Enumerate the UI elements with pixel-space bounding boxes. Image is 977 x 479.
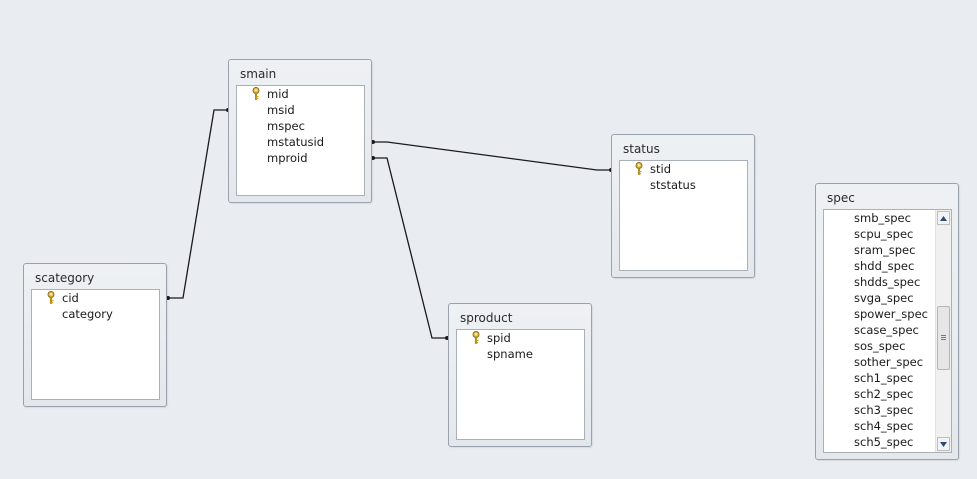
field-list-sproduct: spid spname	[456, 329, 585, 440]
field-smain-msid[interactable]: msid	[267, 102, 295, 118]
field-spec-sram_spec[interactable]: sram_spec	[854, 242, 915, 258]
table-title-sproduct: sproduct	[460, 311, 513, 325]
field-spec-sch2_spec[interactable]: sch2_spec	[854, 386, 913, 402]
field-list-smain: mid msid mspec mstatusid mproid	[236, 85, 365, 196]
field-list-spec[interactable]: smb_spec scpu_spec sram_spec shdd_spec shdds…	[823, 209, 952, 453]
field-sproduct-spname[interactable]: spname	[487, 346, 533, 362]
field-sproduct-spid[interactable]: spid	[487, 330, 511, 346]
field-smain-mid[interactable]: mid	[267, 86, 289, 102]
key-icon	[471, 331, 481, 344]
field-spec-smb_spec[interactable]: smb_spec	[854, 210, 911, 226]
field-spec-shdds_spec[interactable]: shdds_spec	[854, 274, 920, 290]
field-spec-scase_spec[interactable]: scase_spec	[854, 322, 919, 338]
field-spec-scpu_spec[interactable]: scpu_spec	[854, 226, 913, 242]
field-spec-sch4_spec[interactable]: sch4_spec	[854, 418, 913, 434]
table-title-spec: spec	[827, 191, 855, 205]
spec-scrollbar[interactable]	[935, 210, 951, 452]
field-spec-sch1_spec[interactable]: sch1_spec	[854, 370, 913, 386]
key-icon	[46, 291, 56, 304]
field-spec-sch3_spec[interactable]: sch3_spec	[854, 402, 913, 418]
field-spec-sos_spec[interactable]: sos_spec	[854, 338, 905, 354]
field-spec-shdd_spec[interactable]: shdd_spec	[854, 258, 914, 274]
field-spec-sch5_spec[interactable]: sch5_spec	[854, 434, 913, 450]
field-status-ststatus[interactable]: ststatus	[650, 177, 696, 193]
relationship-smain-scategory[interactable]	[168, 109, 229, 299]
field-smain-mspec[interactable]: mspec	[267, 118, 305, 134]
field-spec-spower_spec[interactable]: spower_spec	[854, 306, 928, 322]
table-sproduct[interactable]: sproduct spid spname	[448, 303, 592, 447]
table-scategory[interactable]: scategory cid category	[23, 263, 167, 407]
relationship-smain-sproduct[interactable]	[372, 157, 448, 339]
field-scategory-cid[interactable]: cid	[62, 290, 79, 306]
table-title-scategory: scategory	[35, 271, 95, 285]
field-list-scategory: cid category	[31, 289, 160, 400]
arrow-down-icon	[940, 441, 947, 447]
field-smain-mproid[interactable]: mproid	[267, 150, 308, 166]
field-smain-mstatusid[interactable]: mstatusid	[267, 134, 324, 150]
field-scategory-category[interactable]: category	[62, 306, 113, 322]
table-spec[interactable]: spec smb_spec scpu_spec sram_spec shdd_spec…	[815, 183, 959, 460]
table-title-smain: smain	[240, 67, 277, 81]
table-title-status: status	[623, 142, 660, 156]
field-spec-svga_spec[interactable]: svga_spec	[854, 290, 914, 306]
table-smain[interactable]: smain mid msid mspec mstatusid mproid	[228, 59, 372, 203]
field-spec-sother_spec[interactable]: sother_spec	[854, 354, 923, 370]
scroll-down-button[interactable]	[937, 437, 950, 451]
key-icon	[634, 162, 644, 175]
key-icon	[251, 87, 261, 100]
scroll-thumb[interactable]	[937, 306, 950, 370]
field-list-status: stid ststatus	[619, 160, 748, 271]
table-status[interactable]: status stid ststatus	[611, 134, 755, 278]
arrow-up-icon	[940, 215, 947, 221]
field-status-stid[interactable]: stid	[650, 161, 671, 177]
scroll-up-button[interactable]	[937, 211, 950, 225]
relationship-smain-status[interactable]	[372, 141, 612, 171]
